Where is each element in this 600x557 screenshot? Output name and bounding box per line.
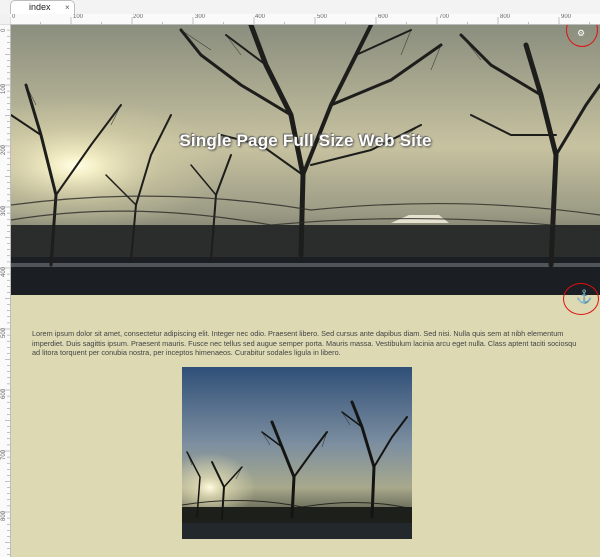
tab-bar: index × xyxy=(0,0,600,15)
ruler-label: 700 xyxy=(1,449,7,460)
ruler-label: 600 xyxy=(378,14,389,20)
ruler-label: 0 xyxy=(12,14,16,20)
ruler-label: 900 xyxy=(561,14,572,20)
ruler-label: 400 xyxy=(255,14,266,20)
close-icon[interactable]: × xyxy=(65,3,70,12)
content-image[interactable] xyxy=(182,367,412,539)
ruler-label: 600 xyxy=(1,388,7,399)
horizontal-ruler: 0 100 200 300 400 500 600 700 800 900 xyxy=(10,14,600,25)
tab-scroll-left[interactable] xyxy=(0,0,10,14)
ruler-label: 500 xyxy=(1,327,7,338)
ruler-label: 500 xyxy=(317,14,328,20)
ruler-label: 0 xyxy=(1,28,7,32)
ruler-label: 800 xyxy=(1,510,7,521)
hero-image xyxy=(11,25,600,295)
hero-title: Single Page Full Size Web Site xyxy=(179,131,432,150)
ruler-label: 300 xyxy=(195,14,206,20)
anchor-icon[interactable]: ⚓ xyxy=(576,289,592,305)
tab-label: index xyxy=(29,2,51,12)
ruler-label: 300 xyxy=(1,205,7,216)
horizontal-ruler-ticks xyxy=(10,17,590,24)
body-paragraph: Lorem ipsum dolor sit amet, consectetur … xyxy=(32,329,577,358)
ruler-label: 800 xyxy=(500,14,511,20)
design-canvas[interactable]: Single Page Full Size Web Site ⚙ ⚓ Lorem… xyxy=(11,25,600,557)
ruler-label: 100 xyxy=(73,14,84,20)
tab-index[interactable]: index × xyxy=(10,0,75,14)
vertical-ruler: 0 100 200 300 400 500 600 700 800 xyxy=(0,24,11,557)
vertical-ruler-ticks xyxy=(0,24,10,555)
settings-icon[interactable]: ⚙ xyxy=(577,28,585,39)
ruler-label: 100 xyxy=(1,83,7,94)
ruler-label: 200 xyxy=(133,14,144,20)
hero-section[interactable]: Single Page Full Size Web Site ⚙ xyxy=(11,25,600,295)
content-photo xyxy=(182,367,412,539)
ruler-label: 200 xyxy=(1,144,7,155)
ruler-label: 700 xyxy=(439,14,450,20)
ruler-label: 400 xyxy=(1,266,7,277)
